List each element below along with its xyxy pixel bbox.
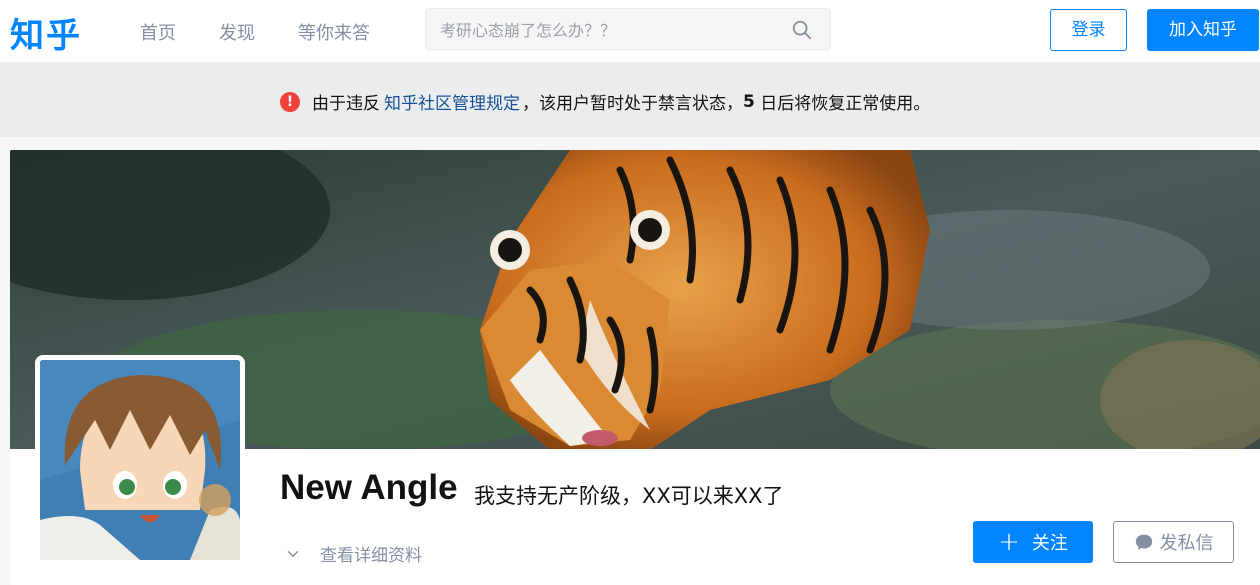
send-message-label: 发私信: [1159, 533, 1214, 554]
nav-home[interactable]: 首页: [140, 19, 176, 45]
search-box: [425, 8, 831, 50]
profile-name: New Angle: [280, 468, 458, 507]
follow-label: 关注: [1031, 533, 1068, 554]
warning-icon: !: [280, 91, 300, 112]
chat-bubble-icon: [1135, 534, 1152, 550]
profile-headline: 我支持无产阶级，XX可以来XX了: [474, 484, 784, 508]
notice-prefix: 由于违反: [312, 94, 380, 114]
ban-notice-text: ! 由于违反 知乎社区管理规定 ，该用户暂时处于禁言状态， 5 日后将恢复正常使…: [280, 89, 930, 114]
notice-tail: 日后将恢复正常使用。: [754, 94, 931, 114]
notice-suffix: ，该用户暂时处于禁言状态，: [522, 94, 743, 114]
join-zhihu-button[interactable]: 加入知乎: [1147, 9, 1259, 51]
community-rules-link[interactable]: 知乎社区管理规定: [384, 89, 520, 114]
user-avatar[interactable]: [35, 355, 245, 565]
plus-icon: +: [998, 527, 1020, 557]
ban-notice-bar: ! 由于违反 知乎社区管理规定 ，该用户暂时处于禁言状态， 5 日后将恢复正常使…: [0, 62, 1260, 137]
follow-button[interactable]: + 关注: [973, 521, 1093, 563]
nav-waiting-answers[interactable]: 等你来答: [298, 19, 370, 45]
search-input[interactable]: [440, 18, 780, 42]
nav-explore[interactable]: 发现: [219, 19, 255, 45]
top-header: 知乎 首页 发现 等你来答 登录 加入知乎: [0, 0, 1260, 62]
search-icon[interactable]: [791, 19, 813, 41]
login-button[interactable]: 登录: [1050, 9, 1127, 51]
send-message-button[interactable]: 发私信: [1113, 521, 1234, 563]
zhihu-logo[interactable]: 知乎: [10, 8, 82, 57]
profile-card: New Angle 我支持无产阶级，XX可以来XX了 查看详细资料 + 关注 发…: [10, 150, 1260, 585]
view-details-label: 查看详细资料: [320, 546, 422, 566]
notice-days: 5: [743, 91, 755, 112]
chevron-down-icon: [287, 550, 299, 557]
view-details-toggle[interactable]: 查看详细资料: [284, 541, 422, 566]
